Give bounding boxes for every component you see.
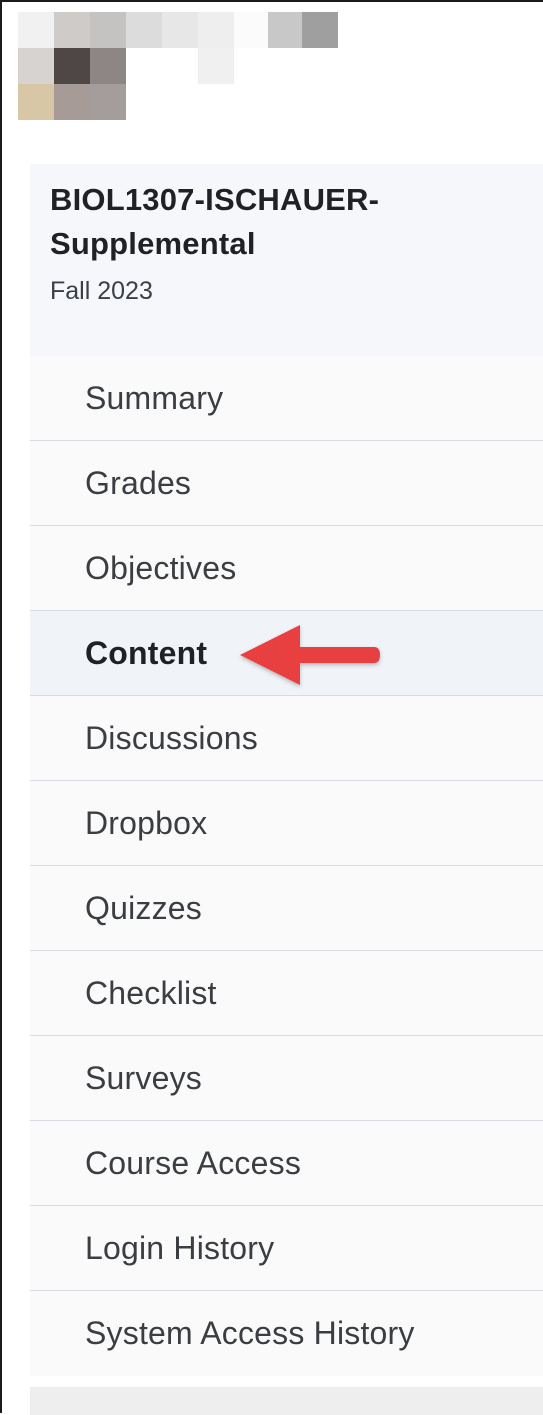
nav-item-login-history[interactable]: Login History: [30, 1206, 543, 1291]
nav-item-surveys[interactable]: Surveys: [30, 1036, 543, 1121]
nav-item-content[interactable]: Content: [30, 611, 543, 696]
nav-item-course-access[interactable]: Course Access: [30, 1121, 543, 1206]
course-term: Fall 2023: [50, 277, 153, 305]
nav-item-objectives[interactable]: Objectives: [30, 526, 543, 611]
nav-item-grades[interactable]: Grades: [30, 441, 543, 526]
nav-item-checklist[interactable]: Checklist: [30, 951, 543, 1036]
course-nav-menu: Summary Grades Objectives Content Discus…: [30, 356, 543, 1376]
course-title-text: BIOL1307-ISCHAUER-Supplemental: [50, 182, 380, 261]
nav-item-summary[interactable]: Summary: [30, 356, 543, 441]
panel-footer: [30, 1387, 543, 1415]
course-navigation-panel: BIOL1307-ISCHAUER-Supplemental Fall 2023…: [0, 0, 543, 1415]
course-title: BIOL1307-ISCHAUER-Supplemental: [50, 178, 543, 266]
nav-item-quizzes[interactable]: Quizzes: [30, 866, 543, 951]
nav-item-discussions[interactable]: Discussions: [30, 696, 543, 781]
nav-item-dropbox[interactable]: Dropbox: [30, 781, 543, 866]
course-header: BIOL1307-ISCHAUER-Supplemental Fall 2023: [30, 164, 543, 356]
nav-item-system-access-history[interactable]: System Access History: [30, 1291, 543, 1376]
user-avatar: [18, 12, 338, 120]
